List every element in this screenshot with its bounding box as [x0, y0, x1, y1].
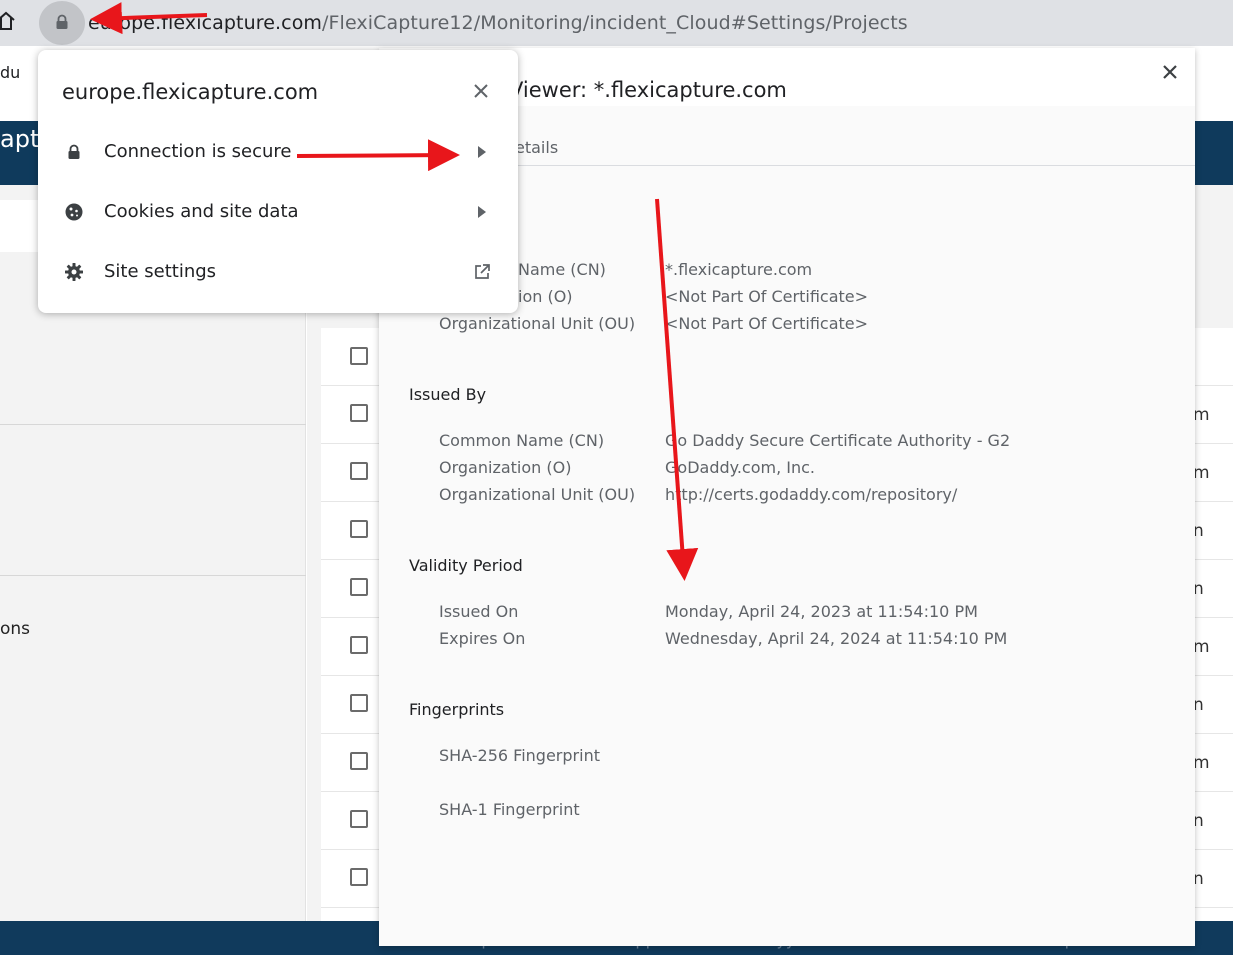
- field-label: SHA-1 Fingerprint: [439, 800, 580, 819]
- table-cell: m: [1193, 463, 1210, 483]
- sidebar-divider: [0, 424, 306, 425]
- field-value: Monday, April 24, 2023 at 11:54:10 PM: [665, 602, 978, 621]
- cookies-site-data-item[interactable]: Cookies and site data: [38, 192, 518, 232]
- tab-details[interactable]: etails: [515, 138, 558, 157]
- close-icon[interactable]: [472, 82, 490, 100]
- row-checkbox[interactable]: [350, 462, 368, 480]
- app-title: apt: [0, 125, 40, 153]
- open-external-icon: [475, 264, 490, 279]
- table-cell: m: [1193, 405, 1210, 425]
- close-icon[interactable]: [1159, 61, 1181, 83]
- cookies-site-data-label: Cookies and site data: [104, 201, 299, 222]
- field-label: Expires On: [439, 629, 526, 648]
- lock-icon: [68, 144, 80, 159]
- url-field[interactable]: europe.flexicapture.com/FlexiCapture12/M…: [88, 11, 908, 35]
- field-label: Organization (O): [439, 458, 572, 477]
- field-value: GoDaddy.com, Inc.: [665, 458, 815, 477]
- row-checkbox[interactable]: [350, 810, 368, 828]
- field-label: Name (CN): [518, 260, 606, 279]
- chevron-right-icon: [478, 206, 486, 218]
- section-heading-issued-by: Issued By: [409, 385, 487, 404]
- url-path: /FlexiCapture12/Monitoring/incident_Clou…: [322, 12, 908, 34]
- sidebar-divider: [0, 575, 306, 576]
- field-label: ion (O): [518, 287, 573, 306]
- row-checkbox[interactable]: [350, 694, 368, 712]
- row-checkbox[interactable]: [350, 752, 368, 770]
- home-icon[interactable]: [0, 10, 16, 32]
- field-value: <Not Part Of Certificate>: [665, 287, 869, 306]
- section-heading-validity: Validity Period: [409, 556, 523, 575]
- site-settings-item[interactable]: Site settings: [38, 252, 518, 292]
- table-cell: m: [1193, 753, 1210, 773]
- row-checkbox[interactable]: [350, 520, 368, 538]
- section-heading-fingerprints: Fingerprints: [409, 700, 505, 719]
- field-value: http://certs.godaddy.com/repository/: [665, 485, 958, 504]
- field-value: <Not Part Of Certificate>: [665, 314, 869, 333]
- site-info-button[interactable]: [39, 1, 85, 45]
- site-info-popup: europe.flexicapture.com Connection is se…: [38, 50, 518, 313]
- bookmark-item[interactable]: du: [0, 63, 20, 82]
- url-host: europe.flexicapture.com: [88, 12, 323, 34]
- row-checkbox[interactable]: [350, 636, 368, 654]
- connection-secure-item[interactable]: Connection is secure: [38, 132, 518, 172]
- select-all-checkbox[interactable]: [350, 347, 368, 365]
- gear-icon: [65, 263, 83, 281]
- row-checkbox[interactable]: [350, 404, 368, 422]
- row-checkbox[interactable]: [350, 868, 368, 886]
- sidebar-item-label[interactable]: ons: [0, 619, 30, 639]
- chevron-right-icon: [478, 146, 486, 158]
- field-label: SHA-256 Fingerprint: [439, 746, 600, 765]
- row-checkbox[interactable]: [350, 578, 368, 596]
- field-value: Go Daddy Secure Certificate Authority - …: [665, 431, 1011, 450]
- field-value: *.flexicapture.com: [665, 260, 813, 279]
- field-value: Wednesday, April 24, 2024 at 11:54:10 PM: [665, 629, 1008, 648]
- lock-icon: [56, 14, 68, 29]
- field-label: Organizational Unit (OU): [439, 485, 636, 504]
- connection-secure-label: Connection is secure: [104, 141, 292, 162]
- field-label: Organizational Unit (OU): [439, 314, 636, 333]
- certificate-viewer-title: Viewer: *.flexicapture.com: [509, 78, 787, 102]
- popup-site-host: europe.flexicapture.com: [62, 80, 319, 104]
- field-label: Issued On: [439, 602, 519, 621]
- address-bar: europe.flexicapture.com/FlexiCapture12/M…: [0, 0, 1233, 46]
- table-cell: m: [1193, 637, 1210, 657]
- site-settings-label: Site settings: [104, 261, 217, 282]
- cookie-icon: [65, 203, 83, 221]
- field-label: Common Name (CN): [439, 431, 605, 450]
